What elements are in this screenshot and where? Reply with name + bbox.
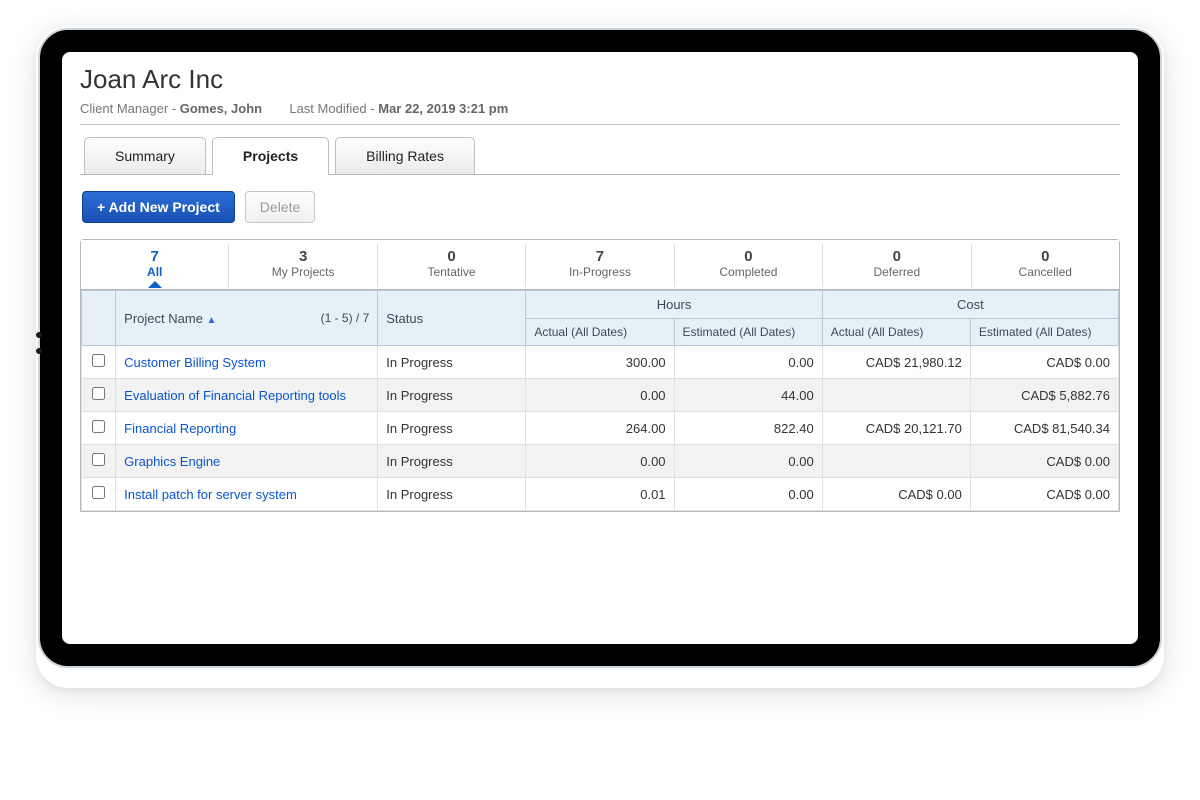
filter-count: 7 [87, 248, 222, 265]
hours-estimated: 822.40 [674, 412, 822, 445]
filter-label: Completed [681, 265, 816, 279]
col-project-name[interactable]: Project Name ▲ (1 - 5) / 7 [116, 291, 378, 346]
hours-actual: 0.00 [526, 379, 674, 412]
row-checkbox[interactable] [92, 387, 105, 400]
last-modified-label: Last Modified - [289, 101, 374, 116]
filter-all[interactable]: 7 All [81, 244, 229, 287]
filter-label: Deferred [829, 265, 964, 279]
filter-tentative[interactable]: 0 Tentative [378, 244, 526, 287]
project-link[interactable]: Financial Reporting [124, 421, 236, 436]
tabs: Summary Projects Billing Rates [80, 137, 1120, 175]
client-manager-label: Client Manager - [80, 101, 176, 116]
filter-my-projects[interactable]: 3 My Projects [229, 244, 377, 287]
tab-billing-rates[interactable]: Billing Rates [335, 137, 475, 174]
row-checkbox[interactable] [92, 354, 105, 367]
hours-estimated: 0.00 [674, 478, 822, 511]
cost-estimated: CAD$ 0.00 [970, 478, 1118, 511]
page-title: Joan Arc Inc [80, 64, 1120, 95]
filter-label: Cancelled [978, 265, 1113, 279]
filter-count: 0 [829, 248, 964, 265]
hours-actual: 0.01 [526, 478, 674, 511]
last-modified-value: Mar 22, 2019 3:21 pm [378, 101, 508, 116]
filter-count: 7 [532, 248, 667, 265]
hours-estimated: 0.00 [674, 445, 822, 478]
hours-estimated: 0.00 [674, 346, 822, 379]
col-cost-actual[interactable]: Actual (All Dates) [822, 319, 970, 346]
divider [80, 124, 1120, 125]
page-meta: Client Manager - Gomes, John Last Modifi… [80, 101, 1120, 116]
filter-count: 0 [681, 248, 816, 265]
filter-cancelled[interactable]: 0 Cancelled [972, 244, 1119, 287]
filter-label: In-Progress [532, 265, 667, 279]
filter-label: My Projects [235, 265, 370, 279]
row-checkbox[interactable] [92, 453, 105, 466]
filter-count: 0 [978, 248, 1113, 265]
col-hours-actual[interactable]: Actual (All Dates) [526, 319, 674, 346]
col-project-name-label: Project Name [124, 311, 203, 326]
cost-estimated: CAD$ 0.00 [970, 445, 1118, 478]
hours-actual: 0.00 [526, 445, 674, 478]
project-grid: 7 All 3 My Projects 0 Tentative 7 [80, 239, 1120, 512]
cost-estimated: CAD$ 81,540.34 [970, 412, 1118, 445]
filter-count: 0 [384, 248, 519, 265]
row-checkbox[interactable] [92, 486, 105, 499]
cost-actual: CAD$ 20,121.70 [822, 412, 970, 445]
toolbar: + Add New Project Delete [80, 175, 1120, 239]
project-link[interactable]: Install patch for server system [124, 487, 297, 502]
cost-actual [822, 379, 970, 412]
hours-actual: 264.00 [526, 412, 674, 445]
project-link[interactable]: Evaluation of Financial Reporting tools [124, 388, 346, 403]
status-cell: In Progress [378, 478, 526, 511]
col-group-cost: Cost [822, 291, 1118, 319]
hours-estimated: 44.00 [674, 379, 822, 412]
filter-label: Tentative [384, 265, 519, 279]
status-cell: In Progress [378, 445, 526, 478]
table-row: Graphics Engine In Progress 0.00 0.00 CA… [82, 445, 1119, 478]
status-cell: In Progress [378, 412, 526, 445]
screen: Joan Arc Inc Client Manager - Gomes, Joh… [62, 52, 1138, 644]
status-filters: 7 All 3 My Projects 0 Tentative 7 [81, 240, 1119, 290]
add-new-project-button[interactable]: + Add New Project [82, 191, 235, 223]
status-cell: In Progress [378, 346, 526, 379]
tab-projects[interactable]: Projects [212, 137, 329, 174]
tab-summary[interactable]: Summary [84, 137, 206, 174]
status-cell: In Progress [378, 379, 526, 412]
delete-button[interactable]: Delete [245, 191, 315, 223]
cost-actual: CAD$ 21,980.12 [822, 346, 970, 379]
sort-asc-icon: ▲ [207, 315, 217, 326]
col-cost-estimated[interactable]: Estimated (All Dates) [970, 319, 1118, 346]
filter-count: 3 [235, 248, 370, 265]
col-group-hours: Hours [526, 291, 822, 319]
col-status[interactable]: Status [378, 291, 526, 346]
project-link[interactable]: Customer Billing System [124, 355, 266, 370]
cost-estimated: CAD$ 5,882.76 [970, 379, 1118, 412]
cost-estimated: CAD$ 0.00 [970, 346, 1118, 379]
cost-actual [822, 445, 970, 478]
filter-completed[interactable]: 0 Completed [675, 244, 823, 287]
row-checkbox[interactable] [92, 420, 105, 433]
filter-in-progress[interactable]: 7 In-Progress [526, 244, 674, 287]
filter-label: All [87, 265, 222, 279]
hours-actual: 300.00 [526, 346, 674, 379]
page-range: (1 - 5) / 7 [321, 311, 370, 325]
col-hours-estimated[interactable]: Estimated (All Dates) [674, 319, 822, 346]
table-row: Evaluation of Financial Reporting tools … [82, 379, 1119, 412]
tablet-frame: Joan Arc Inc Client Manager - Gomes, Joh… [38, 28, 1162, 668]
col-checkbox [82, 291, 116, 346]
table-row: Customer Billing System In Progress 300.… [82, 346, 1119, 379]
projects-table: Project Name ▲ (1 - 5) / 7 Status Hours … [81, 290, 1119, 511]
project-link[interactable]: Graphics Engine [124, 454, 220, 469]
table-row: Install patch for server system In Progr… [82, 478, 1119, 511]
client-manager-value: Gomes, John [180, 101, 262, 116]
filter-deferred[interactable]: 0 Deferred [823, 244, 971, 287]
table-row: Financial Reporting In Progress 264.00 8… [82, 412, 1119, 445]
cost-actual: CAD$ 0.00 [822, 478, 970, 511]
